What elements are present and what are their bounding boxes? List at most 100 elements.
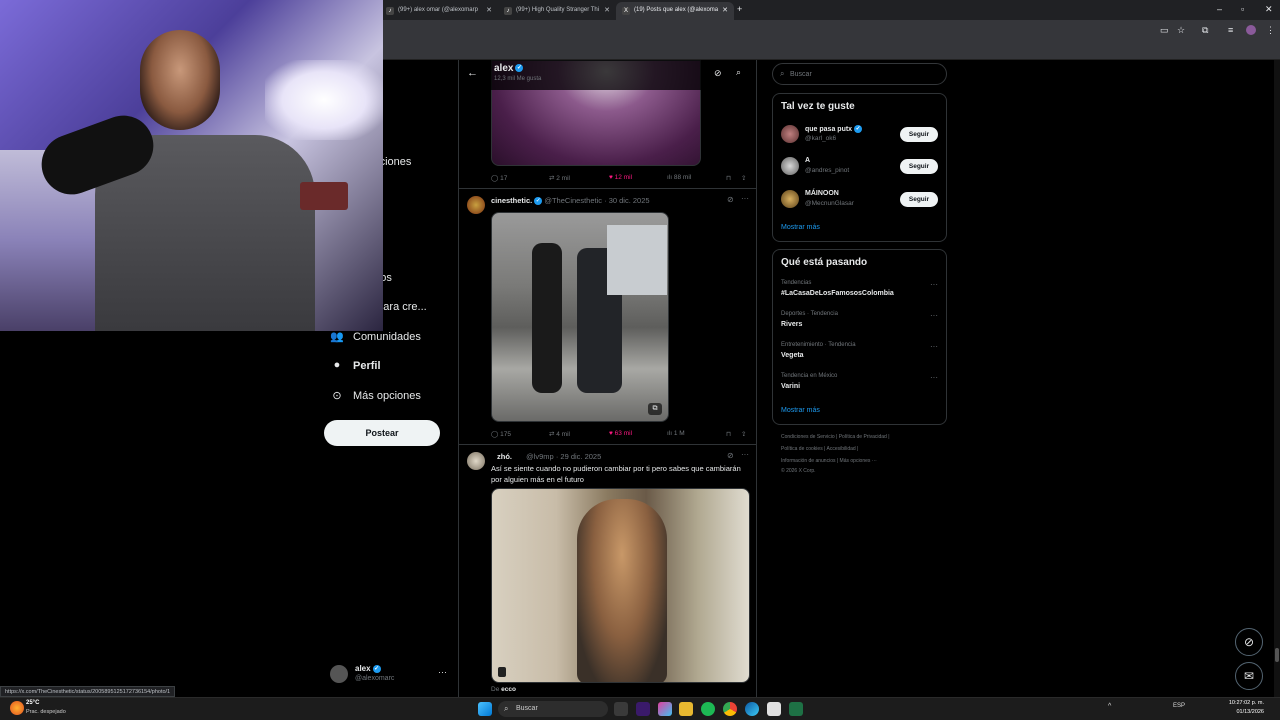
follow-suggestion[interactable]: MÁINOON @MecnunGlasar Seguir — [773, 189, 946, 211]
browser-tab-active[interactable]: X (19) Posts que alex (@alexoma ✕ — [616, 2, 734, 20]
chevron-up-icon[interactable]: ^ — [1108, 703, 1111, 710]
post-image[interactable]: ⧉ — [491, 212, 669, 422]
footer-links[interactable]: Condiciones de Servicio | Política de Pr… — [781, 434, 890, 440]
gallery-icon[interactable]: ⧉ — [648, 403, 662, 415]
taskbar-search[interactable]: ⌕ Buscar — [498, 701, 608, 717]
avatar[interactable] — [467, 196, 485, 214]
like-button[interactable]: ♥ 12 mil — [609, 174, 632, 181]
weather-desc[interactable]: Prac. despejado — [26, 709, 66, 715]
more-icon[interactable]: ··· — [930, 373, 938, 382]
folder-icon[interactable] — [679, 702, 693, 716]
trend-item[interactable]: Entretenimiento · Tendencia Vegeta ··· — [773, 342, 946, 364]
messages-button[interactable]: ✉ — [1235, 662, 1263, 690]
clock-time[interactable]: 10:27:02 p. m. — [1222, 700, 1264, 706]
show-more-link[interactable]: Mostrar más — [781, 224, 820, 231]
follow-suggestion[interactable]: A @andres_pinot Seguir — [773, 156, 946, 178]
excel-icon[interactable] — [789, 702, 803, 716]
post-actions: ◯ 175 ⇄ 4 mil ♥ 63 mil ılı 1 M ⊓ ⇪ — [491, 430, 751, 442]
author-name[interactable]: zhó. — [497, 452, 512, 461]
spotify-icon[interactable] — [701, 702, 715, 716]
share-icon[interactable]: ⇪ — [741, 174, 746, 182]
views-button[interactable]: ılı 88 mil — [667, 174, 691, 181]
bookmark-icon[interactable]: ⊓ — [726, 174, 731, 182]
trend-item[interactable]: Tendencias #LaCasaDeLosFamososColombia ·… — [773, 280, 946, 302]
grok-button[interactable]: ⊘ — [1235, 628, 1263, 656]
nav-item-profile[interactable]: ● Perfil — [330, 359, 381, 373]
menu-icon[interactable]: ⋮ — [1266, 25, 1275, 36]
weather-temp[interactable]: 25°C — [26, 700, 39, 706]
post-date[interactable]: 30 dic. 2025 — [609, 196, 650, 205]
follow-button[interactable]: Seguir — [900, 159, 938, 174]
media-icon[interactable]: ≡ — [1228, 25, 1233, 35]
caption-author[interactable]: ecco — [501, 686, 516, 693]
avatar[interactable] — [467, 452, 485, 470]
browser-tab[interactable]: ♪ (99+) High Quality Stranger Thi ✕ — [498, 2, 616, 20]
close-icon[interactable]: ✕ — [486, 6, 492, 14]
grok-icon[interactable]: ⊘ — [727, 195, 734, 204]
more-icon[interactable]: ··· — [930, 280, 938, 289]
footer-links[interactable]: Información de anuncios | Más opciones ·… — [781, 458, 877, 464]
trend-item[interactable]: Deportes · Tendencia Rivers ··· — [773, 311, 946, 333]
repost-button[interactable]: ⇄ 2 mil — [549, 174, 570, 182]
task-view-icon[interactable] — [614, 702, 628, 716]
more-icon[interactable]: ··· — [741, 194, 749, 203]
extensions-icon[interactable]: ⧉ — [1202, 25, 1208, 36]
scrollbar-thumb[interactable] — [1275, 648, 1279, 662]
new-tab-icon[interactable]: + — [737, 4, 742, 14]
post-video[interactable] — [491, 488, 750, 683]
repost-button[interactable]: ⇄ 4 mil — [549, 430, 570, 438]
close-icon[interactable]: ✕ — [604, 6, 610, 14]
nav-item-communities[interactable]: 👥 Comunidades — [330, 330, 421, 344]
trend-name: Varini — [781, 383, 801, 390]
views-button[interactable]: ılı 1 M — [667, 430, 685, 437]
chrome-icon[interactable] — [723, 702, 737, 716]
minimize-icon[interactable]: – — [1217, 4, 1222, 14]
close-window-icon[interactable]: ✕ — [1265, 4, 1273, 15]
edge-icon[interactable] — [745, 702, 759, 716]
more-icon[interactable]: ··· — [930, 342, 938, 351]
close-icon[interactable]: ✕ — [722, 6, 728, 14]
more-icon[interactable]: ··· — [438, 667, 447, 677]
post-button[interactable]: Postear — [324, 420, 440, 446]
trend-item[interactable]: Tendencia en México Varini ··· — [773, 373, 946, 395]
back-arrow-icon[interactable]: ← — [467, 67, 478, 79]
browser-tab[interactable]: ♪ (99+) alex omar (@alexomarp ✕ — [380, 2, 498, 20]
profile-avatar[interactable] — [1246, 25, 1256, 35]
author-name[interactable]: cinesthetic. — [491, 196, 532, 205]
reply-button[interactable]: ◯ 175 — [491, 430, 511, 438]
follow-button[interactable]: Seguir — [900, 127, 938, 142]
search-input[interactable]: ⌕ Buscar — [772, 63, 947, 85]
post-date[interactable]: 29 dic. 2025 — [560, 452, 601, 461]
bookmark-icon[interactable]: ⊓ — [726, 430, 731, 438]
nav-item-more[interactable]: ⊙ Más opciones — [330, 389, 420, 403]
more-icon[interactable]: ··· — [930, 311, 938, 320]
clock-date[interactable]: 01/13/2026 — [1222, 709, 1264, 715]
footer-links[interactable]: Política de cookies | Accesibilidad | — [781, 446, 858, 452]
author-handle[interactable]: @lv9mp — [526, 452, 554, 461]
more-icon[interactable]: ··· — [741, 450, 749, 459]
maximize-icon[interactable]: ▫ — [1241, 4, 1244, 14]
grok-icon[interactable]: ⊘ — [714, 68, 722, 79]
avatar — [781, 190, 799, 208]
like-button[interactable]: ♥ 63 mil — [609, 430, 632, 437]
follow-suggestion[interactable]: que pasa putx ✓ @karl_ok6 Seguir — [773, 124, 946, 146]
scrollbar[interactable] — [1274, 60, 1280, 697]
account-switcher[interactable]: alex ✓ @alexomarc ··· — [330, 663, 448, 685]
account-handle: @alexomarc — [355, 675, 395, 682]
store-icon[interactable] — [767, 702, 781, 716]
language-indicator[interactable]: ESP — [1173, 703, 1185, 709]
windows-start-icon[interactable] — [478, 702, 492, 716]
panel-title: Tal vez te guste — [781, 101, 855, 112]
author-handle[interactable]: @TheCinesthetic — [544, 196, 602, 205]
search-icon[interactable]: ⌕ — [736, 67, 741, 78]
avatar — [781, 125, 799, 143]
show-more-link[interactable]: Mostrar más — [781, 407, 820, 414]
reply-button[interactable]: ◯ 17 — [491, 174, 507, 182]
cast-icon[interactable]: ▭ — [1160, 25, 1169, 36]
app-icon[interactable] — [658, 702, 672, 716]
share-icon[interactable]: ⇪ — [741, 430, 746, 438]
premiere-icon[interactable] — [636, 702, 650, 716]
star-icon[interactable]: ☆ — [1177, 25, 1185, 36]
follow-button[interactable]: Seguir — [900, 192, 938, 207]
grok-icon[interactable]: ⊘ — [727, 451, 734, 460]
